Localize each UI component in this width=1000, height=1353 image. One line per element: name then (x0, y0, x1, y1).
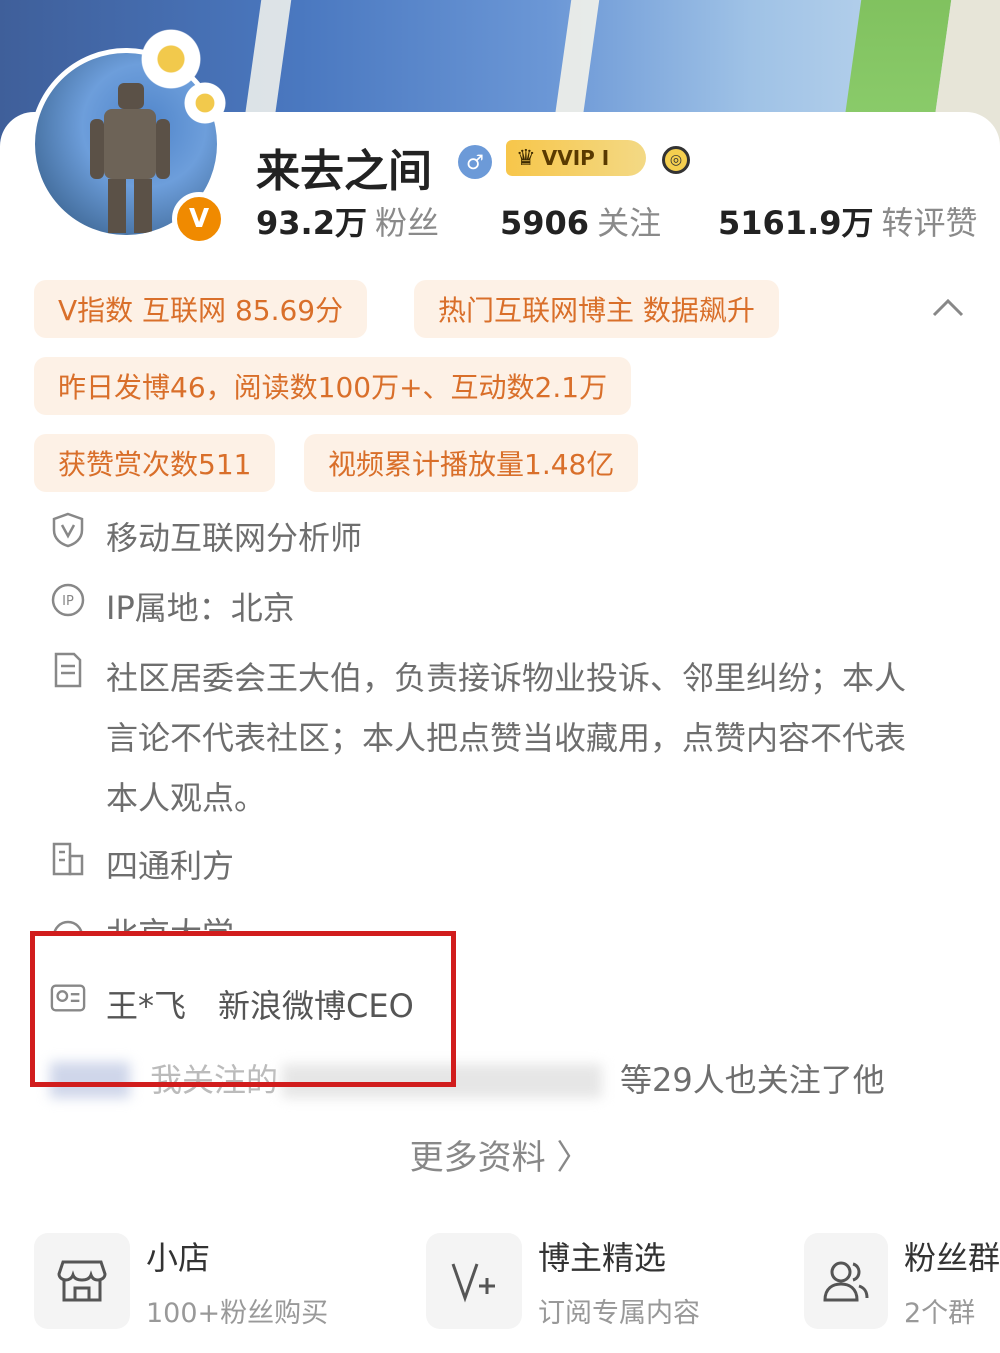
info-verification: 移动互联网分析师 (50, 508, 950, 568)
chevron-up-icon[interactable] (930, 292, 966, 322)
verification-text: 移动互联网分析师 (106, 519, 363, 557)
stat-followers[interactable]: 93.2万 粉丝 (256, 198, 439, 244)
vvip-label: VVIP I (541, 146, 610, 170)
contact-name: 王*飞 (106, 987, 187, 1025)
contact-card-icon (50, 980, 86, 1016)
verified-v-badge: V (172, 192, 226, 246)
mutual-follow-row[interactable]: 我关注的 等29人也关注了他 (50, 1050, 950, 1110)
feature-blogger-picks[interactable]: 博主精选 订阅专属内容 (426, 1226, 700, 1336)
tag-daily-stats[interactable]: 昨日发博46，阅读数100万+、互动数2.1万 (34, 357, 632, 415)
stat-following[interactable]: 5906 关注 (500, 198, 661, 244)
tag-video-plays[interactable]: 视频累计播放量1.48亿 (304, 434, 639, 492)
info-contact: 王*飞 新浪微博CEO (50, 976, 950, 1036)
info-company: 四通利方 (50, 836, 950, 896)
feature-subtitle: 订阅专属内容 (538, 1297, 700, 1329)
school-text: 北京大学 (106, 915, 235, 936)
vvip-badge[interactable]: ♛ VVIP I (506, 140, 646, 176)
gender-male-icon: ♂ (458, 145, 492, 179)
mutual-names-blurred (282, 1064, 603, 1098)
stat-value: 93.2万 (256, 204, 367, 242)
ip-location-text: IP属地：北京 (106, 589, 295, 627)
feature-shop[interactable]: 小店 100+粉丝购买 (34, 1226, 328, 1336)
more-info-link[interactable]: 更多资料 〉 (0, 1130, 1000, 1179)
shop-icon (34, 1233, 130, 1329)
stat-label: 粉丝 (374, 204, 439, 242)
mutual-prefix: 我关注的 (150, 1061, 279, 1099)
flower-decoration (182, 80, 228, 126)
group-icon (804, 1233, 888, 1329)
tag-hot-blogger[interactable]: 热门互联网博主 数据飙升 (414, 280, 779, 338)
profile-name: 来去之间 (256, 146, 432, 197)
ip-icon: IP (50, 582, 86, 618)
feature-title: 粉丝群 (903, 1238, 1000, 1277)
stat-value: 5906 (500, 204, 590, 242)
stat-label: 关注 (597, 204, 662, 242)
tag-v-index[interactable]: V指数 互联网 85.69分 (34, 280, 368, 338)
bio-text: 社区居委会王大伯，负责接诉物业投诉、邻里纠纷；本人言论不代表社区；本人把点赞当收… (106, 659, 907, 817)
crown-icon: ♛ (516, 145, 536, 171)
mutual-suffix: 等29人也关注了他 (620, 1061, 885, 1099)
medal-icon[interactable]: ◎ (662, 146, 690, 174)
shield-v-icon (50, 512, 86, 548)
stat-label: 转评赞 (881, 204, 978, 242)
school-icon (50, 910, 86, 936)
info-school: 北京大学 (50, 906, 950, 936)
feature-title: 小店 (146, 1238, 211, 1277)
contact-title: 新浪微博CEO (218, 987, 414, 1025)
company-text: 四通利方 (106, 847, 235, 885)
profile-stats: 93.2万 粉丝 5906 关注 5161.9万 转评赞 (256, 198, 986, 242)
robot-image (90, 83, 170, 233)
feature-fan-group[interactable]: 粉丝群 2个群 (804, 1226, 1000, 1336)
feature-subtitle: 2个群 (903, 1297, 976, 1329)
tag-rewards[interactable]: 获赞赏次数511 (34, 434, 276, 492)
svg-text:IP: IP (62, 594, 74, 609)
document-icon (50, 652, 86, 688)
feature-subtitle: 100+粉丝购买 (146, 1297, 329, 1329)
stat-reposts-comments-likes[interactable]: 5161.9万 转评赞 (718, 198, 978, 244)
info-ip-location: IP IP属地：北京 (50, 578, 950, 638)
mutual-avatars (50, 1062, 130, 1098)
v-plus-icon (426, 1233, 522, 1329)
info-bio: 社区居委会王大伯，负责接诉物业投诉、邻里纠纷；本人言论不代表社区；本人把点赞当收… (50, 648, 950, 828)
stat-value: 5161.9万 (718, 204, 874, 242)
feature-title: 博主精选 (538, 1238, 667, 1277)
building-icon (50, 840, 86, 876)
